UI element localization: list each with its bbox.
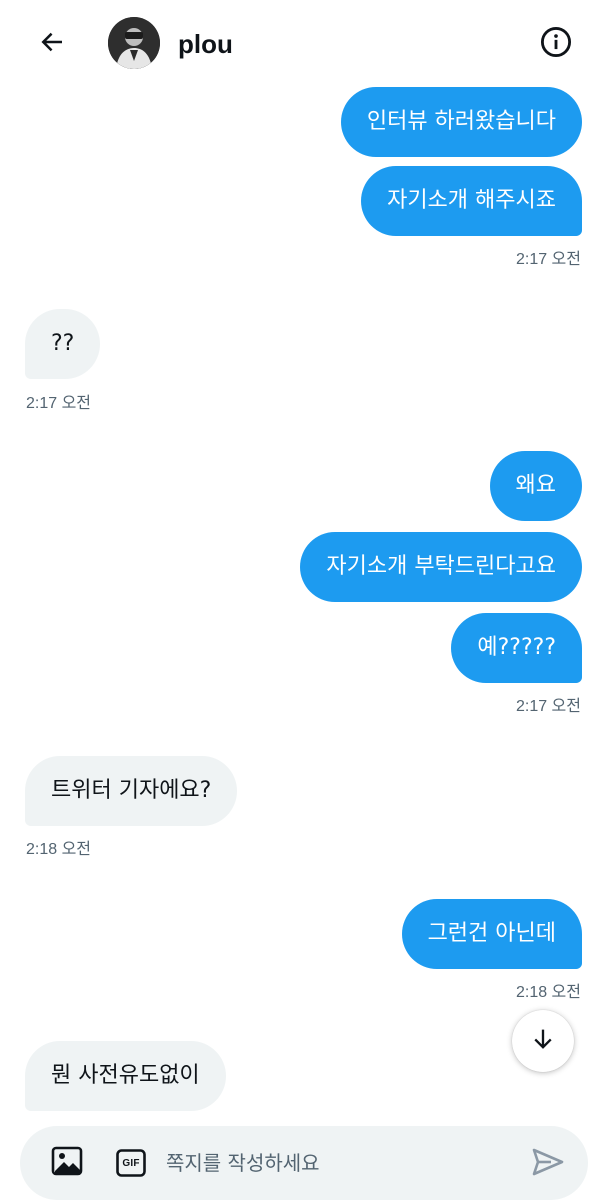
arrow-left-icon (37, 27, 67, 61)
send-button[interactable] (526, 1144, 570, 1184)
back-button[interactable] (30, 22, 74, 66)
conversation-username[interactable]: plou (178, 27, 233, 61)
message-timestamp: 2:18 오전 (26, 841, 92, 858)
message-timestamp: 2:17 오전 (515, 698, 581, 715)
conversation-info-button[interactable] (534, 22, 578, 66)
arrow-down-icon (529, 1025, 557, 1057)
add-media-button[interactable] (48, 1145, 86, 1181)
conversation-header: plou (0, 0, 607, 86)
message-input[interactable] (166, 1144, 506, 1182)
message-bubble-outgoing[interactable]: 예????? (451, 613, 582, 683)
avatar[interactable] (108, 17, 160, 69)
info-circle-icon (539, 25, 573, 63)
gif-icon: GIF (116, 1149, 146, 1177)
message-bubble-incoming[interactable]: ?? (25, 309, 101, 379)
send-icon (531, 1147, 565, 1181)
message-bubble-incoming[interactable]: 트위터 기자에요? (25, 756, 238, 826)
message-timestamp: 2:18 오전 (515, 984, 581, 1001)
message-timestamp: 2:17 오전 (26, 395, 92, 412)
message-bubble-outgoing[interactable]: 그런건 아닌데 (401, 899, 582, 969)
message-timestamp: 2:17 오전 (515, 251, 581, 268)
add-gif-button[interactable]: GIF (112, 1146, 150, 1180)
message-bubble-outgoing[interactable]: 자기소개 부탁드린다고요 (300, 532, 582, 602)
message-bubble-outgoing[interactable]: 인터뷰 하러왔습니다 (340, 87, 582, 157)
message-bubble-outgoing[interactable]: 왜요 (489, 451, 582, 521)
scroll-to-bottom-button[interactable] (512, 1010, 574, 1072)
image-icon (51, 1146, 83, 1180)
message-bubble-incoming[interactable]: 뭔 사전유도없이 (25, 1041, 226, 1111)
message-bubble-outgoing[interactable]: 자기소개 해주시죠 (361, 166, 582, 236)
message-composer: GIF (20, 1126, 588, 1200)
gif-label: GIF (122, 1157, 140, 1169)
